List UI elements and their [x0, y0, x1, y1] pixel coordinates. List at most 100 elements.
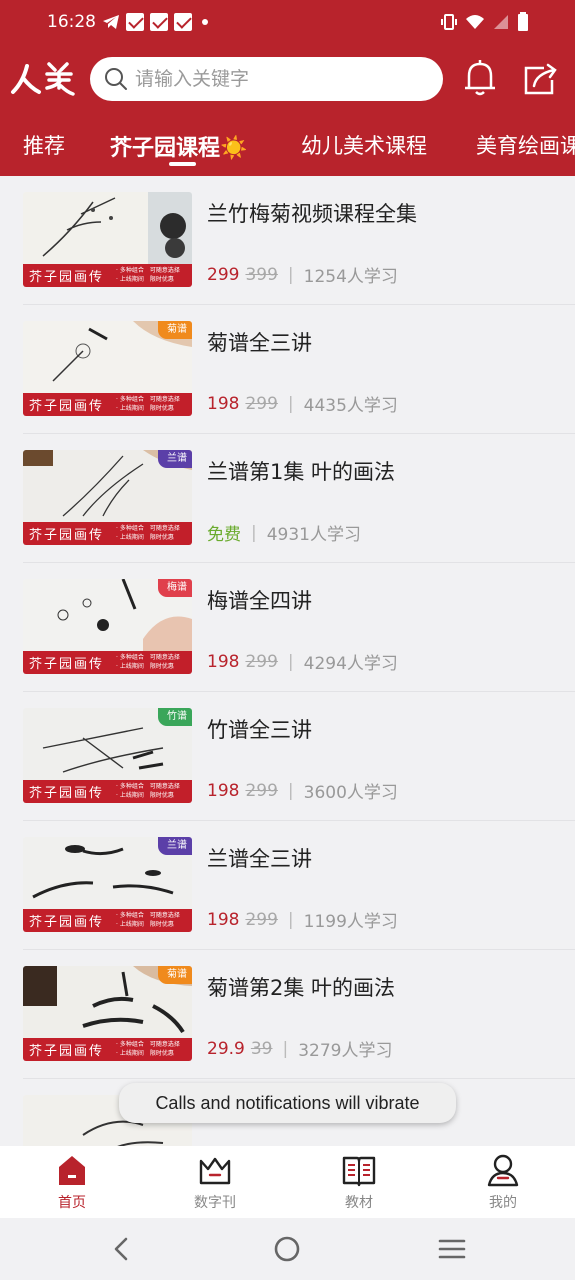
home-circle-icon[interactable] — [274, 1236, 300, 1262]
course-price: 198 — [207, 909, 240, 930]
course-original-price: 299 — [245, 651, 278, 672]
course-meta: 299 399 | 1254人学习 — [207, 262, 398, 288]
textbook-icon — [342, 1156, 376, 1187]
course-meta: 198 299 | 3600人学习 — [207, 778, 398, 804]
course-category-badge: 兰谱 — [158, 450, 192, 468]
course-original-price: 299 — [245, 780, 278, 801]
course-learners: 1254人学习 — [303, 267, 398, 287]
meta-separator: | — [287, 393, 294, 414]
course-meta: 198 299 | 4435人学习 — [207, 391, 398, 417]
wifi-icon — [466, 15, 484, 29]
banner-title: 芥子园画传 — [29, 528, 105, 543]
course-title: 菊谱第2集 叶的画法 — [207, 976, 396, 1000]
course-learners: 1199人学习 — [303, 912, 398, 932]
course-title: 梅谱全四讲 — [207, 589, 312, 613]
thumbnail-banner: 芥子园画传 · 多种组合 可随意选择 · 上线期间 限时优惠 — [23, 651, 192, 674]
signal-icon — [494, 15, 508, 29]
course-meta: 198 299 | 4294人学习 — [207, 649, 398, 675]
course-item[interactable]: 菊谱 芥子园画传 · 多种组合 可随意选择 · 上线期间 限时优惠 菊谱全三讲 1… — [23, 305, 575, 434]
meta-separator: | — [287, 264, 294, 285]
banner-title: 芥子园画传 — [29, 915, 105, 930]
nav-home-label: 首页 — [58, 1195, 86, 1211]
course-learners: 4435人学习 — [303, 396, 398, 416]
course-category-badge: 梅谱 — [158, 579, 192, 597]
banner-title: 芥子园画传 — [29, 786, 105, 801]
system-navigation-bar — [0, 1218, 575, 1280]
course-price: 29.9 — [207, 1038, 245, 1059]
banner-note: · 多种组合 可随意选择 · 上线期间 限时优惠 — [116, 525, 180, 541]
banner-title: 芥子园画传 — [29, 1044, 105, 1059]
vibrate-toast: Calls and notifications will vibrate — [119, 1083, 456, 1123]
banner-note: · 多种组合 可随意选择 · 上线期间 限时优惠 — [116, 912, 180, 928]
thumbnail-banner: 芥子园画传 · 多种组合 可随意选择 · 上线期间 限时优惠 — [23, 393, 192, 416]
banner-title: 芥子园画传 — [29, 399, 105, 414]
tab-jieziyuan-courses[interactable]: 芥子园课程☀️ — [110, 130, 247, 162]
search-input[interactable] — [135, 68, 425, 90]
tab-children-art-courses[interactable]: 幼儿美术课程 — [301, 130, 427, 160]
course-category-badge: 竹谱 — [158, 708, 192, 726]
banner-note: · 多种组合 可随意选择 · 上线期间 限时优惠 — [116, 1041, 180, 1057]
vibrate-icon — [441, 14, 457, 30]
course-item[interactable]: 梅谱 芥子园画传 · 多种组合 可随意选择 · 上线期间 限时优惠 梅谱全四讲 1… — [23, 563, 575, 692]
banner-title: 芥子园画传 — [29, 270, 105, 285]
course-title: 兰竹梅菊视频课程全集 — [207, 202, 417, 226]
thumbnail-banner: 芥子园画传 · 多种组合 可随意选择 · 上线期间 限时优惠 — [23, 264, 192, 287]
banner-title: 芥子园画传 — [29, 657, 105, 672]
search-icon — [105, 68, 127, 90]
recents-icon[interactable] — [438, 1237, 466, 1261]
back-icon[interactable] — [110, 1237, 134, 1261]
meta-separator: | — [287, 780, 294, 801]
course-item[interactable]: 兰谱 芥子园画传 · 多种组合 可随意选择 · 上线期间 限时优惠 兰谱全三讲 1… — [23, 821, 575, 950]
app-logo — [11, 62, 75, 96]
category-tabs: 推荐 芥子园课程☀️ 幼儿美术课程 美育绘画课 — [0, 120, 575, 176]
banner-note: · 多种组合 可随意选择 · 上线期间 限时优惠 — [116, 267, 180, 283]
tab-aesthetic-painting[interactable]: 美育绘画课 — [476, 130, 575, 160]
more-notifications-dot-icon — [202, 19, 208, 25]
active-tab-indicator — [169, 162, 196, 166]
banner-note: · 多种组合 可随意选择 · 上线期间 限时优惠 — [116, 396, 180, 412]
nav-home[interactable]: 首页 — [12, 1146, 132, 1218]
search-bar[interactable] — [90, 57, 443, 101]
course-learners: 4294人学习 — [303, 654, 398, 674]
mail-notification-icon — [174, 13, 192, 31]
thumbnail-banner: 芥子园画传 · 多种组合 可随意选择 · 上线期间 限时优惠 — [23, 909, 192, 932]
thumbnail-banner: 芥子园画传 · 多种组合 可随意选择 · 上线期间 限时优惠 — [23, 1038, 192, 1061]
nav-textbook[interactable]: 教材 — [299, 1146, 419, 1218]
course-original-price: 299 — [245, 393, 278, 414]
course-category-badge: 兰谱 — [158, 837, 192, 855]
app-header: 16:28 推荐 芥子园课程☀️ 幼儿美术课程 — [0, 0, 575, 176]
bell-icon[interactable] — [463, 58, 497, 98]
banner-note: · 多种组合 可随意选择 · 上线期间 限时优惠 — [116, 783, 180, 799]
thumbnail-banner: 芥子园画传 · 多种组合 可随意选择 · 上线期间 限时优惠 — [23, 780, 192, 803]
course-thumbnail: 兰谱 芥子园画传 · 多种组合 可随意选择 · 上线期间 限时优惠 — [23, 450, 192, 545]
telegram-icon — [103, 15, 119, 29]
nav-digital-magazine[interactable]: 数字刊 — [155, 1146, 275, 1218]
nav-textbook-label: 教材 — [345, 1195, 373, 1211]
battery-icon — [518, 12, 528, 31]
nav-profile-label: 我的 — [489, 1195, 517, 1211]
course-price: 198 — [207, 393, 240, 414]
course-thumbnail: 菊谱 芥子园画传 · 多种组合 可随意选择 · 上线期间 限时优惠 — [23, 966, 192, 1061]
course-price: 免费 — [207, 525, 241, 545]
profile-icon — [487, 1154, 519, 1187]
banner-note: · 多种组合 可随意选择 · 上线期间 限时优惠 — [116, 654, 180, 670]
nav-profile[interactable]: 我的 — [443, 1146, 563, 1218]
course-learners: 4931人学习 — [266, 525, 361, 545]
course-title: 菊谱全三讲 — [207, 331, 312, 355]
tab-recommend[interactable]: 推荐 — [23, 130, 65, 160]
course-meta: 198 299 | 1199人学习 — [207, 907, 398, 933]
digital-magazine-icon — [199, 1157, 231, 1185]
share-icon[interactable] — [522, 62, 558, 96]
course-title: 兰谱全三讲 — [207, 847, 312, 871]
course-list: 芥子园画传 · 多种组合 可随意选择 · 上线期间 限时优惠 兰竹梅菊视频课程全集… — [0, 176, 575, 1146]
course-thumbnail: 兰谱 芥子园画传 · 多种组合 可随意选择 · 上线期间 限时优惠 — [23, 837, 192, 932]
course-item[interactable]: 菊谱 芥子园画传 · 多种组合 可随意选择 · 上线期间 限时优惠 菊谱第2集 叶… — [23, 950, 575, 1079]
course-original-price: 39 — [250, 1038, 273, 1059]
bottom-navigation: 首页 数字刊 教材 我的 — [0, 1146, 575, 1218]
course-thumbnail: 竹谱 芥子园画传 · 多种组合 可随意选择 · 上线期间 限时优惠 — [23, 708, 192, 803]
course-item[interactable]: 芥子园画传 · 多种组合 可随意选择 · 上线期间 限时优惠 兰竹梅菊视频课程全集… — [23, 176, 575, 305]
course-original-price: 299 — [245, 909, 278, 930]
course-learners: 3279人学习 — [298, 1041, 393, 1061]
course-item[interactable]: 兰谱 芥子园画传 · 多种组合 可随意选择 · 上线期间 限时优惠 兰谱第1集 叶… — [23, 434, 575, 563]
course-item[interactable]: 竹谱 芥子园画传 · 多种组合 可随意选择 · 上线期间 限时优惠 竹谱全三讲 1… — [23, 692, 575, 821]
